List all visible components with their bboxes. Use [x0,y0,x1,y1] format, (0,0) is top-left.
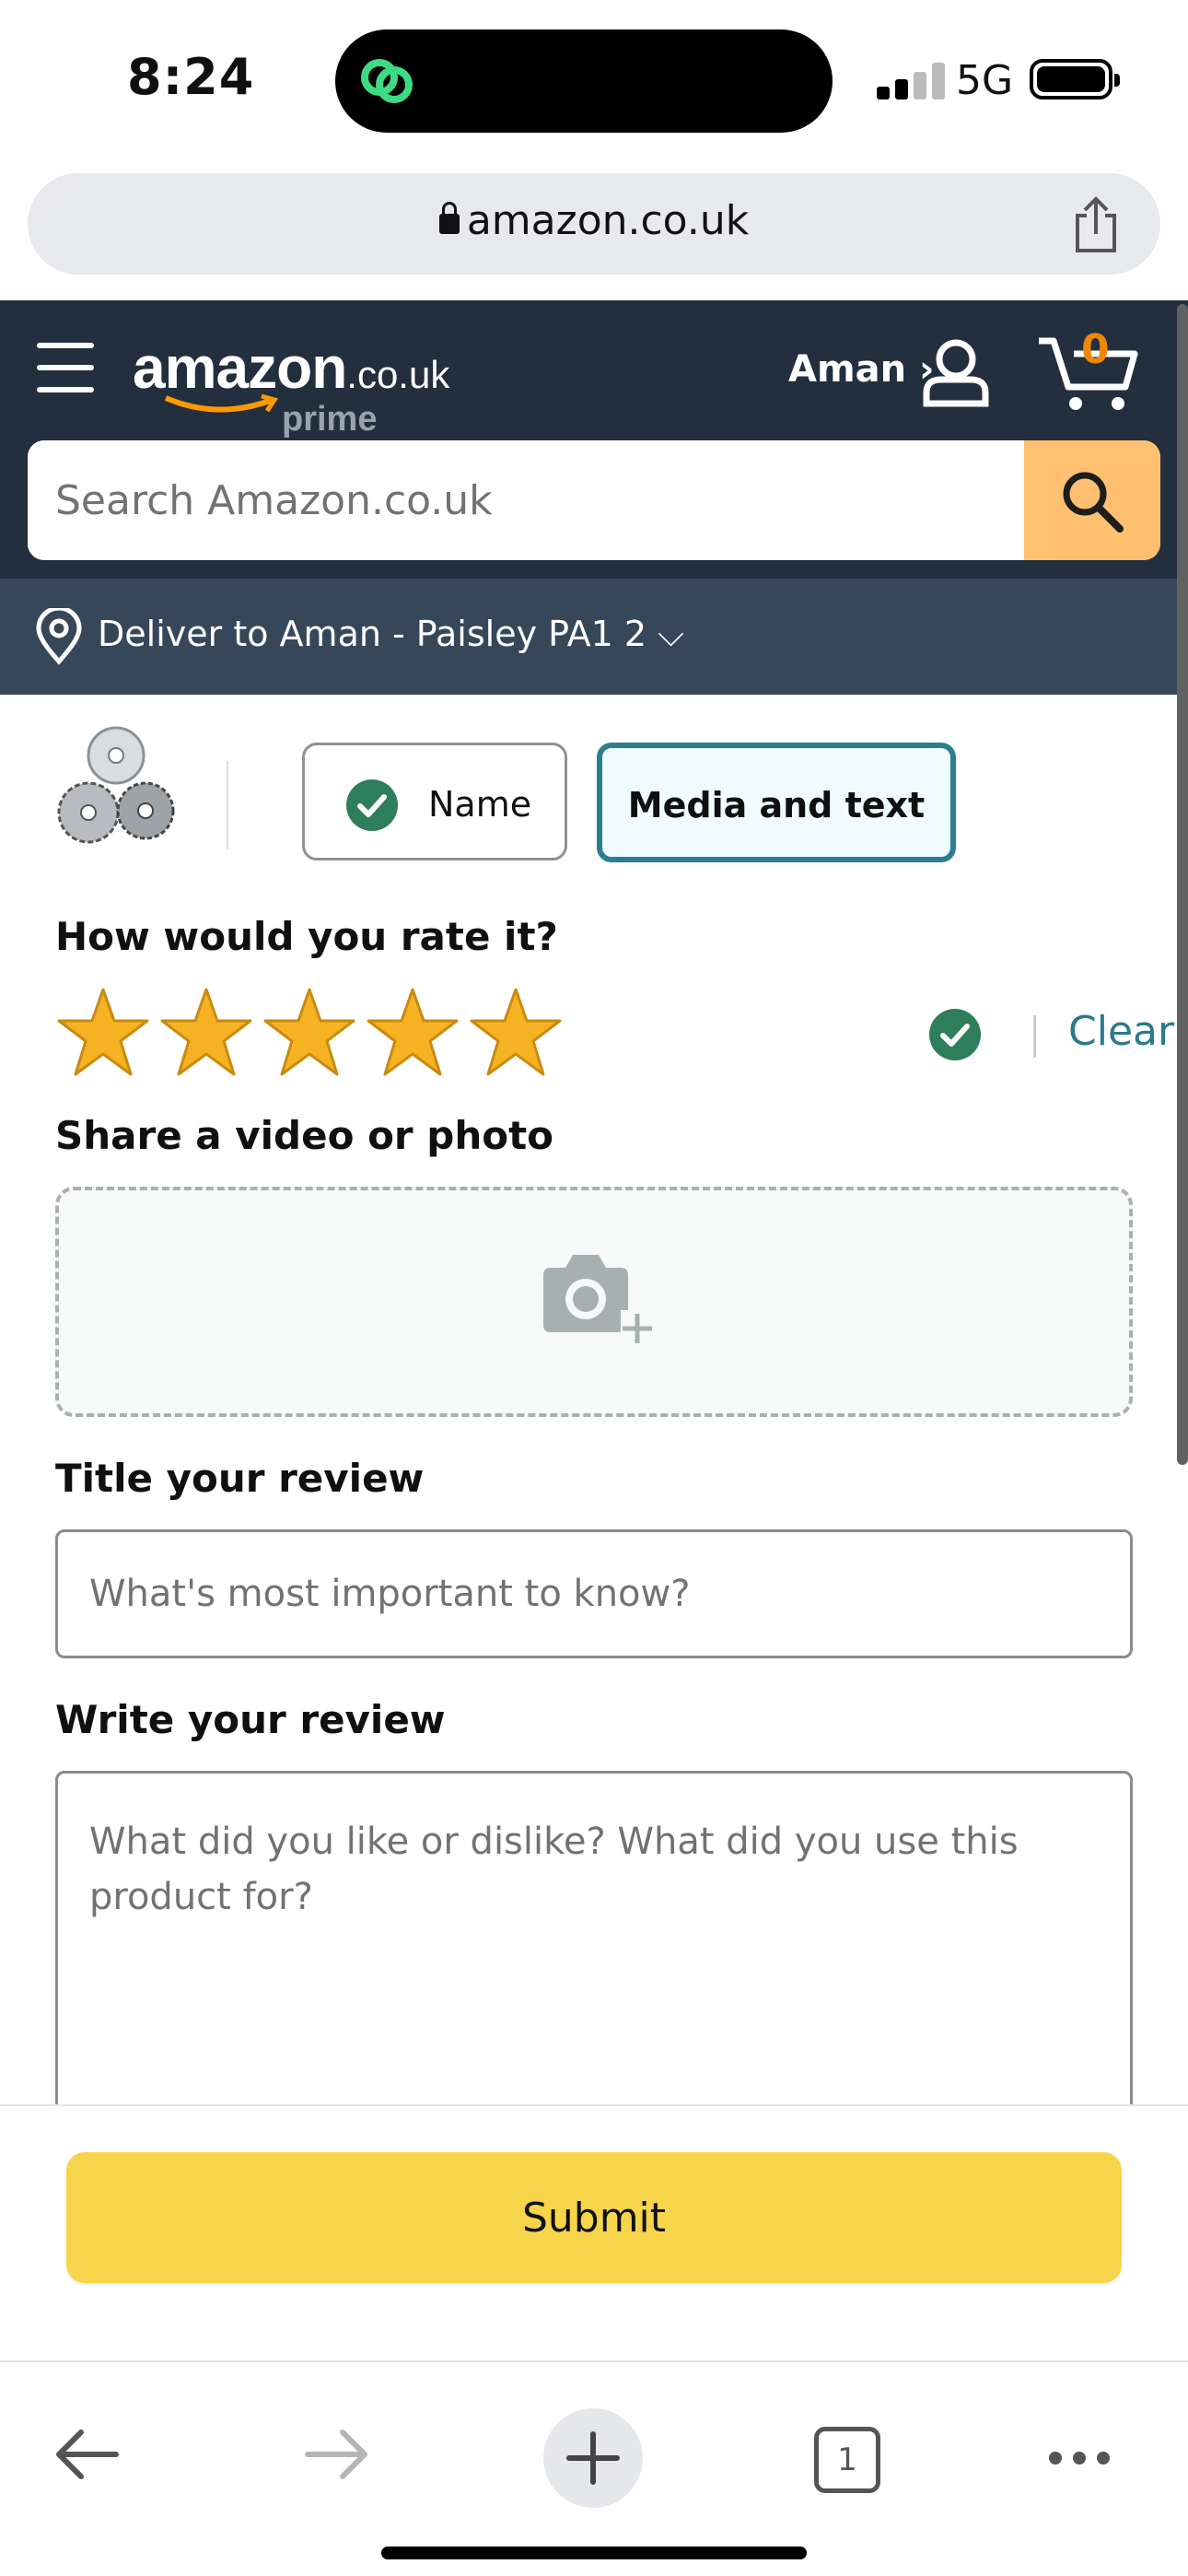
share-icon[interactable] [1070,195,1122,254]
star-icon[interactable] [55,986,151,1078]
page-scrollbar[interactable] [1177,304,1188,1465]
clear-rating-link[interactable]: Clear [1068,1008,1174,1055]
battery-icon [1030,59,1120,100]
review-title-input[interactable] [55,1529,1133,1658]
plus-icon [566,2431,620,2485]
search-icon [1063,472,1124,533]
logo-smile-icon [164,393,278,413]
site-header: amazon.co.uk prime Aman › 0 [0,300,1188,579]
logo-wordmark: amazon [133,334,347,401]
link-activity-icon [361,59,413,103]
hamburger-icon[interactable] [37,341,96,396]
status-time: 8:24 [127,48,255,106]
tab-name-step[interactable]: Name [302,743,567,861]
cart-count: 0 [1081,326,1110,373]
rating-heading: How would you rate it? [55,914,558,959]
tab-media-and-text-step[interactable]: Media and text [597,743,956,862]
star-icon[interactable] [262,986,357,1078]
location-pin-icon [36,608,82,665]
logo-tld: .co.uk [346,353,450,396]
tab-name-label: Name [428,784,532,825]
network-type: 5G [956,57,1014,104]
dynamic-island [335,29,833,133]
submit-button[interactable]: Submit [66,2152,1122,2283]
star-icon[interactable] [158,986,254,1078]
check-icon [346,779,398,831]
amazon-logo[interactable]: amazon.co.uk prime [133,334,450,439]
new-tab-button[interactable] [543,2408,643,2508]
tab-media-label: Media and text [627,785,926,825]
submit-bar: Submit [0,2104,1188,2362]
title-heading: Title your review [55,1456,425,1501]
account-link[interactable]: Aman › [788,348,935,391]
more-icon[interactable] [1046,2449,1112,2467]
home-indicator [381,2547,807,2559]
review-heading: Write your review [55,1697,446,1742]
status-bar: 8:24 5G [0,0,1188,162]
account-icon[interactable] [921,337,991,407]
media-heading: Share a video or photo [55,1113,554,1158]
address-bar[interactable]: amazon.co.uk [28,173,1160,275]
star-rating[interactable] [55,986,571,1087]
signal-icon [877,61,945,100]
search-bar [28,440,1160,560]
media-upload-area[interactable] [55,1187,1133,1417]
browser-toolbar: 1 [0,2360,1188,2576]
check-icon [929,1009,981,1060]
lock-icon [438,202,460,234]
star-icon[interactable] [365,986,460,1078]
deliver-to-text: Deliver to Aman - Paisley PA1 2 ⌵ [98,614,684,654]
forward-arrow-icon[interactable] [304,2427,370,2482]
product-thumbnail [57,726,175,844]
review-body-input[interactable] [55,1771,1133,2139]
back-arrow-icon[interactable] [53,2427,120,2482]
logo-prime: prime [282,400,378,439]
thumbnail-divider [227,761,228,849]
cart-button[interactable]: 0 [1037,326,1157,416]
url-text: amazon.co.uk [466,197,750,244]
tabs-icon[interactable]: 1 [814,2427,880,2493]
star-icon[interactable] [468,986,564,1078]
url-display[interactable]: amazon.co.uk [28,197,1160,244]
search-input[interactable] [28,440,1024,560]
deliver-to-bar[interactable]: Deliver to Aman - Paisley PA1 2 ⌵ [0,579,1188,695]
camera-add-icon [543,1255,654,1343]
clear-divider [1033,1015,1036,1058]
search-button[interactable] [1024,440,1160,560]
